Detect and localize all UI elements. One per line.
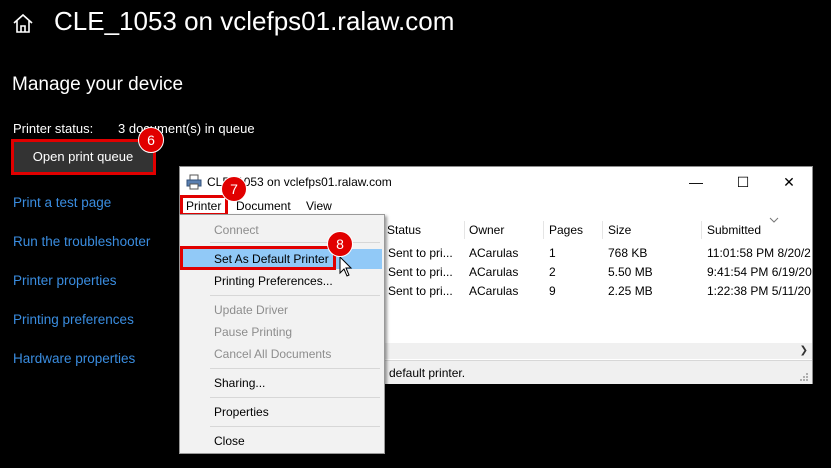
highlight-box-open-queue <box>11 139 156 175</box>
section-title: Manage your device <box>12 74 184 95</box>
minimize-icon[interactable]: — <box>673 167 719 197</box>
menu-separator <box>210 426 380 427</box>
cell-pages: 2 <box>549 265 556 279</box>
menu-item-printing-preferences[interactable]: Printing Preferences... <box>214 274 333 288</box>
menu-item-properties[interactable]: Properties <box>214 405 269 419</box>
link-run-troubleshooter[interactable]: Run the troubleshooter <box>13 234 150 249</box>
resize-grip-icon[interactable] <box>799 372 809 382</box>
cell-owner: ACarulas <box>469 265 519 279</box>
cell-size: 2.25 MB <box>608 284 653 298</box>
column-divider <box>543 221 544 239</box>
menu-item-sharing[interactable]: Sharing... <box>214 376 265 390</box>
cell-pages: 9 <box>549 284 556 298</box>
horizontal-scrollbar[interactable]: ❯ <box>385 343 812 359</box>
link-print-test-page[interactable]: Print a test page <box>13 195 111 210</box>
status-bar-text: default printer. <box>389 366 466 380</box>
menu-item-cancel-all-documents[interactable]: Cancel All Documents <box>214 347 331 361</box>
status-bar: default printer. <box>385 360 812 384</box>
link-printing-preferences[interactable]: Printing preferences <box>13 312 134 327</box>
cell-submitted: 9:41:54 PM 6/19/20 <box>707 265 812 279</box>
column-header-status[interactable]: Status <box>387 223 421 237</box>
job-list: Status Owner Pages Size Submitted Sent t… <box>385 217 812 342</box>
table-row[interactable]: Sent to pri... ACarulas 1 768 KB 11:01:5… <box>385 244 812 263</box>
cell-status: Sent to pri... <box>388 246 453 260</box>
printer-icon <box>186 174 202 190</box>
menu-separator <box>210 397 380 398</box>
maximize-icon[interactable]: ☐ <box>720 167 766 197</box>
link-hardware-properties[interactable]: Hardware properties <box>13 351 135 366</box>
mouse-cursor-icon <box>339 256 353 277</box>
close-icon[interactable]: ✕ <box>766 167 812 197</box>
cell-pages: 1 <box>549 246 556 260</box>
menu-item-close[interactable]: Close <box>214 434 245 448</box>
highlight-box-printer-menu <box>180 195 228 216</box>
menu-separator <box>210 368 380 369</box>
cell-submitted: 1:22:38 PM 5/11/20 <box>707 284 811 298</box>
menu-item-update-driver[interactable]: Update Driver <box>214 303 288 317</box>
cell-size: 5.50 MB <box>608 265 653 279</box>
table-row[interactable]: Sent to pri... ACarulas 9 2.25 MB 1:22:3… <box>385 282 812 301</box>
step-badge-6: 6 <box>138 127 164 153</box>
table-row[interactable]: Sent to pri... ACarulas 2 5.50 MB 9:41:5… <box>385 263 812 282</box>
cell-status: Sent to pri... <box>388 284 453 298</box>
column-header-submitted[interactable]: Submitted <box>707 223 761 237</box>
column-divider <box>602 221 603 239</box>
menu-document[interactable]: Document <box>236 199 291 213</box>
column-header-pages[interactable]: Pages <box>549 223 583 237</box>
menu-item-pause-printing[interactable]: Pause Printing <box>214 325 292 339</box>
cell-owner: ACarulas <box>469 246 519 260</box>
home-icon[interactable] <box>12 12 34 34</box>
cell-owner: ACarulas <box>469 284 519 298</box>
column-divider <box>701 221 702 239</box>
cell-size: 768 KB <box>608 246 648 260</box>
step-badge-8: 8 <box>327 231 353 257</box>
printer-status-label: Printer status: <box>13 121 94 136</box>
scroll-right-icon[interactable]: ❯ <box>800 345 808 356</box>
cell-submitted: 11:01:58 PM 8/20/2 <box>707 246 811 260</box>
link-printer-properties[interactable]: Printer properties <box>13 273 117 288</box>
window-titlebar: CLE_1053 on vclefps01.ralaw.com — ☐ ✕ <box>180 167 812 197</box>
cell-status: Sent to pri... <box>388 265 453 279</box>
menu-separator <box>210 242 380 243</box>
column-header-size[interactable]: Size <box>608 223 631 237</box>
page-title: CLE_1053 on vclefps01.ralaw.com <box>54 6 455 36</box>
menu-item-connect[interactable]: Connect <box>214 223 259 237</box>
column-divider <box>464 221 465 239</box>
menu-view[interactable]: View <box>306 199 332 213</box>
menu-separator <box>210 295 380 296</box>
column-header-owner[interactable]: Owner <box>469 223 504 237</box>
highlight-box-set-default <box>180 246 336 270</box>
sort-chevron-icon <box>769 217 779 223</box>
step-badge-7: 7 <box>221 176 247 202</box>
